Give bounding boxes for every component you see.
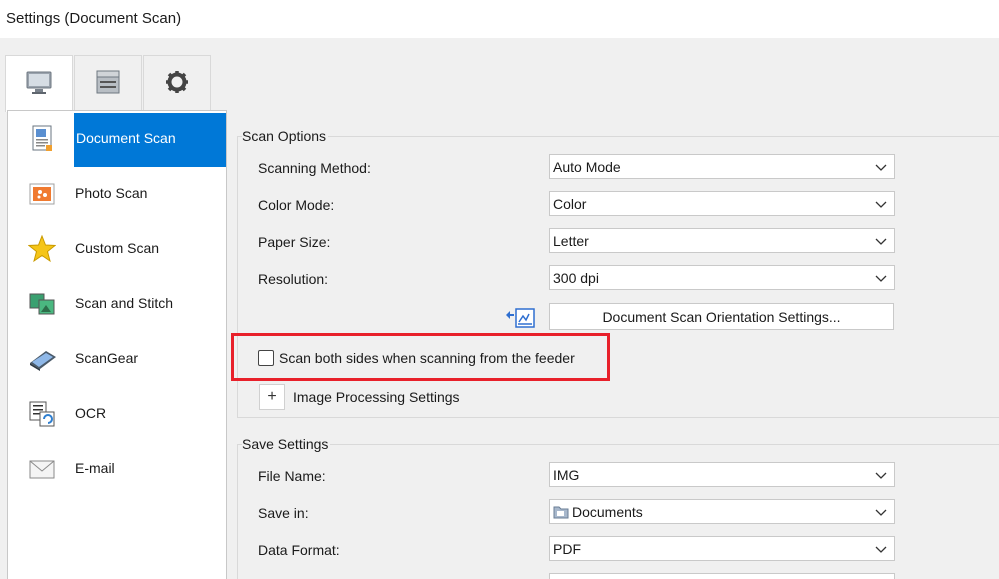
scangear-icon	[28, 345, 56, 373]
data-format-select[interactable]: PDF	[549, 536, 895, 561]
select-value: 300 dpi	[553, 270, 599, 286]
file-name-label: File Name:	[258, 468, 326, 484]
monitor-icon	[26, 71, 52, 98]
select-value: IMG	[553, 467, 580, 483]
scan-options-title: Scan Options	[242, 128, 329, 144]
select-value: Auto Mode	[553, 159, 621, 175]
ocr-icon	[28, 400, 56, 428]
sidebar-item-photo-scan[interactable]: Photo Scan	[8, 166, 226, 221]
duplex-checkbox[interactable]	[258, 350, 274, 366]
resolution-select[interactable]: 300 dpi	[549, 265, 895, 290]
chevron-down-icon	[874, 542, 888, 556]
orientation-icon	[505, 307, 537, 332]
sidebar-item-label: OCR	[75, 405, 107, 421]
color-mode-label: Color Mode:	[258, 197, 335, 213]
image-processing-expand-button[interactable]: +	[259, 384, 285, 410]
chevron-down-icon	[874, 234, 888, 248]
select-value: Color	[553, 196, 587, 212]
orientation-settings-button[interactable]: Document Scan Orientation Settings...	[549, 303, 894, 330]
save-in-select[interactable]: Documents	[549, 499, 895, 524]
tab-general[interactable]	[5, 55, 73, 112]
sidebar-item-label: Custom Scan	[75, 240, 160, 256]
sidebar-item-label: Scan and Stitch	[75, 295, 174, 311]
sidebar-item-ocr[interactable]: OCR	[8, 386, 226, 441]
next-select-partial[interactable]	[549, 573, 895, 579]
sidebar-item-scangear[interactable]: ScanGear	[8, 331, 226, 386]
save-settings-title: Save Settings	[242, 436, 331, 452]
tab-scanner[interactable]	[74, 55, 142, 111]
photo-scan-icon	[28, 180, 56, 208]
gear-icon	[165, 70, 189, 97]
chevron-down-icon	[874, 160, 888, 174]
sidebar-item-label: Photo Scan	[75, 185, 148, 201]
data-format-label: Data Format:	[258, 542, 340, 558]
sidebar-item-label: E-mail	[75, 460, 115, 476]
chevron-down-icon	[874, 197, 888, 211]
file-name-select[interactable]: IMG	[549, 462, 895, 487]
tab-settings[interactable]	[143, 55, 211, 111]
title-bar: Settings (Document Scan)	[0, 0, 999, 38]
select-value: PDF	[553, 541, 581, 557]
window-title: Settings (Document Scan)	[6, 10, 182, 27]
select-value: Letter	[553, 233, 589, 249]
chevron-down-icon	[874, 505, 888, 519]
folder-icon	[553, 505, 569, 522]
document-scan-icon	[28, 125, 56, 153]
scan-stitch-icon	[28, 290, 56, 318]
sidebar-item-label: Document Scan	[74, 113, 226, 167]
paper-size-label: Paper Size:	[258, 234, 331, 250]
star-icon	[27, 234, 57, 263]
sidebar-item-document-scan[interactable]: Document Scan	[8, 111, 226, 167]
scanning-method-label: Scanning Method:	[258, 160, 371, 176]
paper-size-select[interactable]: Letter	[549, 228, 895, 253]
sidebar-item-label: ScanGear	[75, 350, 139, 366]
chevron-down-icon	[874, 271, 888, 285]
duplex-checkbox-label[interactable]: Scan both sides when scanning from the f…	[279, 350, 575, 366]
sidebar: Document Scan Photo Scan Custom Scan Sca…	[7, 110, 227, 579]
color-mode-select[interactable]: Color	[549, 191, 895, 216]
sidebar-item-scan-and-stitch[interactable]: Scan and Stitch	[8, 276, 226, 331]
envelope-icon	[28, 455, 56, 483]
save-in-label: Save in:	[258, 505, 309, 521]
image-processing-label: Image Processing Settings	[293, 389, 460, 405]
scanner-icon	[95, 69, 121, 98]
select-value: Documents	[572, 504, 643, 520]
sidebar-item-custom-scan[interactable]: Custom Scan	[8, 221, 226, 276]
chevron-down-icon	[874, 468, 888, 482]
scanning-method-select[interactable]: Auto Mode	[549, 154, 895, 179]
resolution-label: Resolution:	[258, 271, 329, 287]
sidebar-item-email[interactable]: E-mail	[8, 441, 226, 496]
